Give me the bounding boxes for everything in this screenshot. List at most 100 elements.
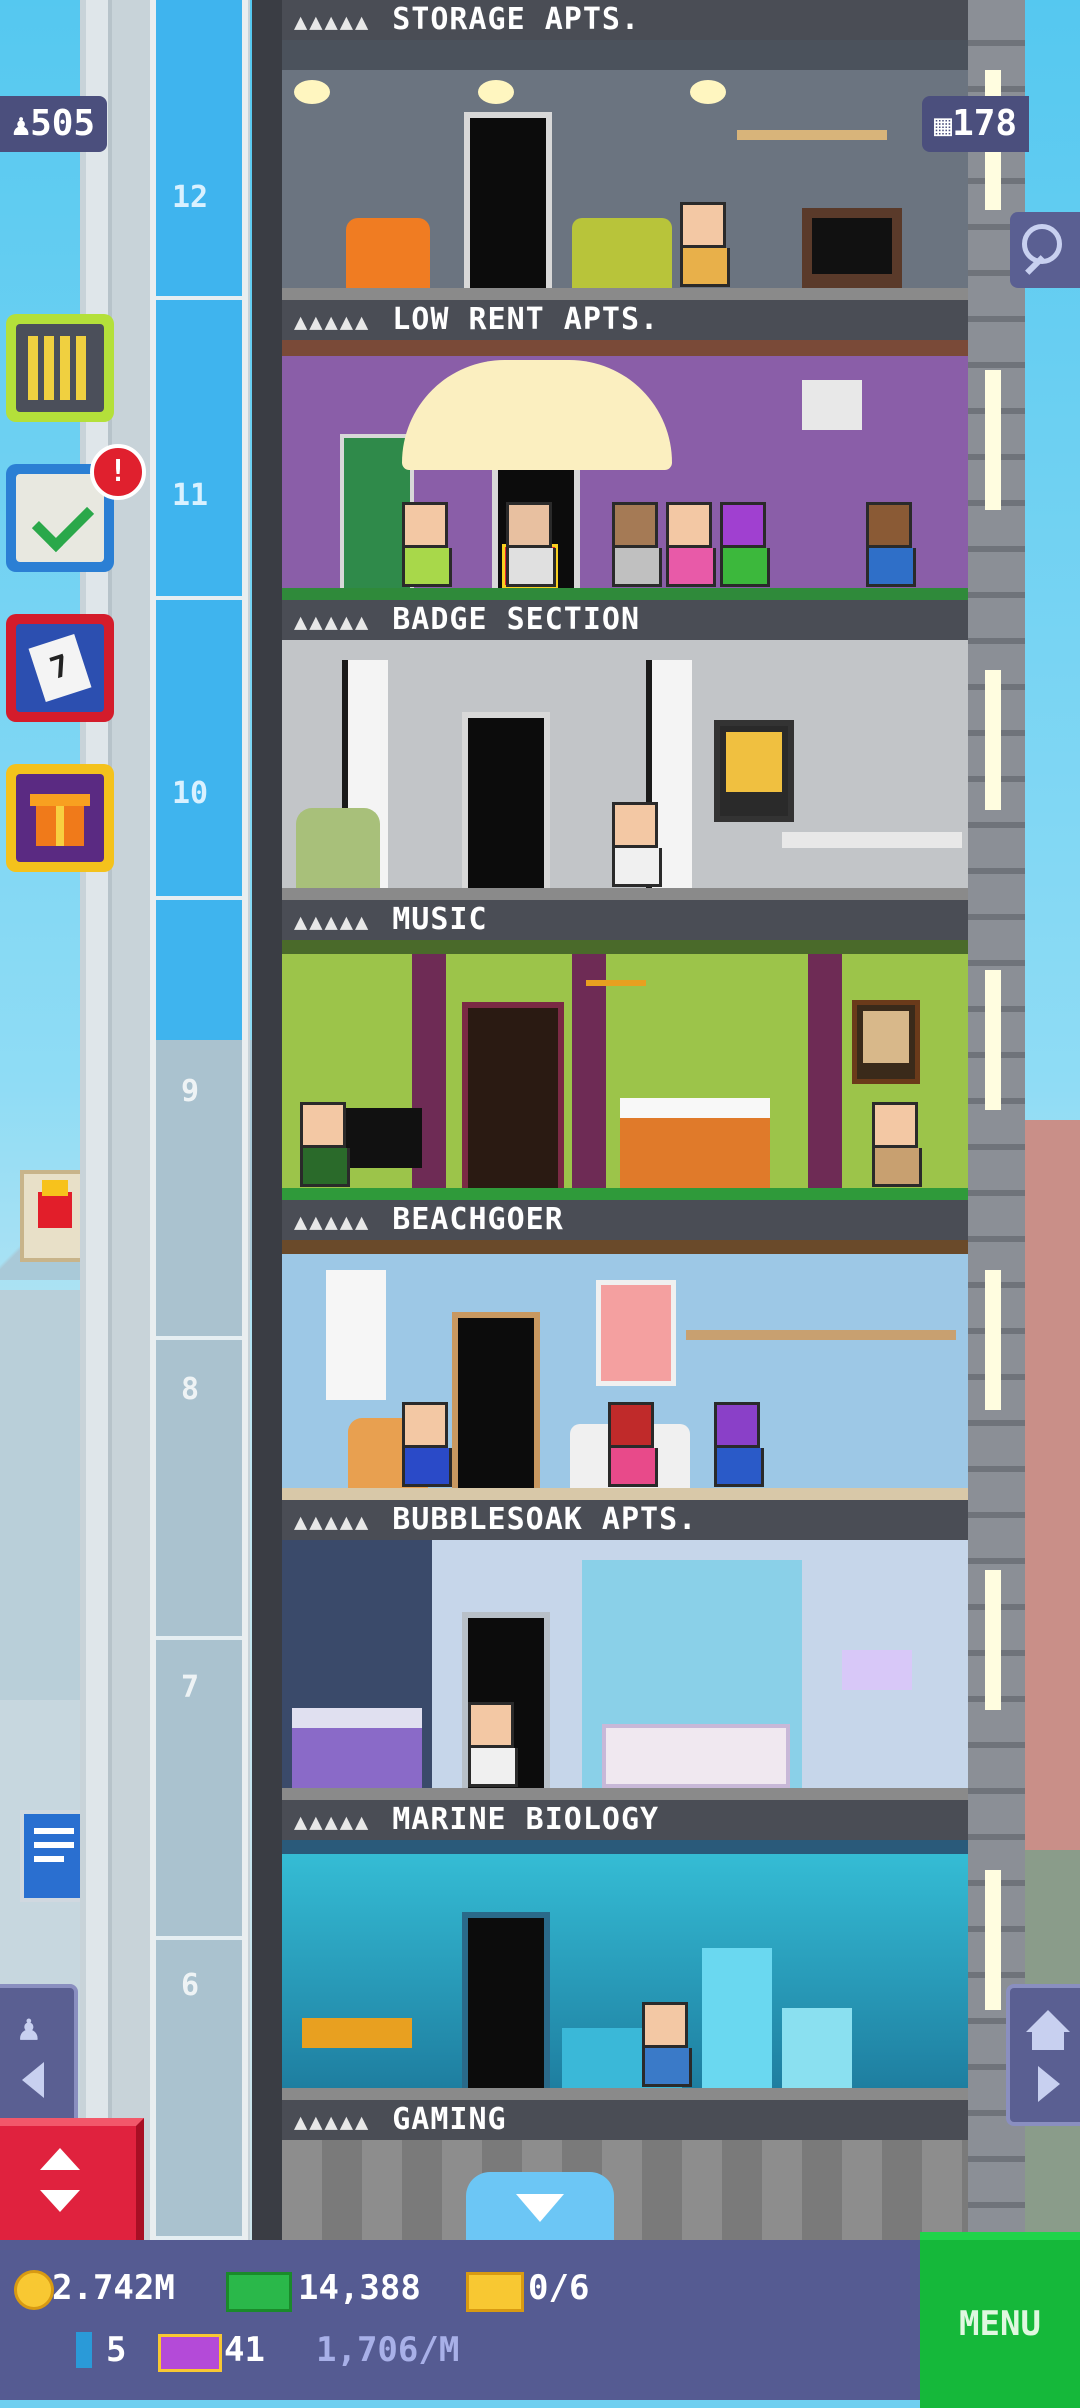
bitizen[interactable] <box>866 502 916 587</box>
room-interior <box>282 1240 968 1488</box>
gift-icon <box>16 774 104 862</box>
armchair <box>346 218 430 288</box>
city-building <box>1020 1120 1080 1880</box>
building-small-icon: ▦ <box>934 108 953 143</box>
floor-number-10: 10 <box>171 776 209 811</box>
build-floor-button[interactable] <box>6 314 114 422</box>
bitizen[interactable] <box>300 1102 350 1187</box>
framed-map <box>852 1000 920 1084</box>
prev-bitizen-button[interactable]: ♟ <box>0 1984 78 2126</box>
floor-badge-section[interactable]: ▲▲▲▲▲ BADGE SECTION <box>282 600 968 900</box>
bubble-bath <box>602 1724 790 1788</box>
floor-storage-apts[interactable]: ▲▲▲▲▲ STORAGE APTS. <box>282 0 968 300</box>
bitizen[interactable] <box>720 502 770 587</box>
bitizen[interactable] <box>608 1402 658 1487</box>
floor-base <box>282 288 968 300</box>
floor-number-11: 11 <box>171 478 209 513</box>
fridge <box>702 1948 772 2088</box>
up-down-arrows-icon <box>40 2148 80 2170</box>
floor-bubblesoak-apts[interactable]: ▲▲▲▲▲ BUBBLESOAK APTS. <box>282 1500 968 1800</box>
bitizen[interactable] <box>506 502 556 587</box>
room-door <box>462 712 550 888</box>
calendar-button[interactable]: 7 <box>6 614 114 722</box>
floor-label: ▲▲▲▲▲ BADGE SECTION <box>282 600 968 640</box>
bux-value: 14,388 <box>298 2268 421 2308</box>
vip-value: 0/6 <box>528 2268 590 2308</box>
bitizen[interactable] <box>402 502 452 587</box>
floor-base <box>282 1788 968 1800</box>
wall-poster <box>802 380 862 430</box>
calendar-day: 7 <box>28 633 92 703</box>
bitizen[interactable] <box>642 2002 692 2087</box>
floor-number-7: 7 <box>180 1670 200 1705</box>
room-door <box>452 1312 540 1488</box>
room-interior <box>282 40 968 288</box>
room-door <box>462 1912 550 2088</box>
bitizen[interactable] <box>680 202 730 287</box>
calendar-icon: 7 <box>16 624 104 712</box>
gift-button[interactable] <box>6 764 114 872</box>
missions-button[interactable]: ! <box>6 444 146 572</box>
scroll-down-button[interactable] <box>466 2172 614 2244</box>
bitizen[interactable] <box>612 502 662 587</box>
vip-icon <box>466 2272 524 2312</box>
bed <box>620 1098 770 1188</box>
floor-name: GAMING <box>392 2102 507 2137</box>
elevator-button[interactable] <box>0 2118 144 2246</box>
bitizen[interactable] <box>714 1402 764 1487</box>
beach-painting <box>596 1280 676 1386</box>
floor-stars: ▲▲▲▲▲ <box>294 1810 371 1835</box>
zoom-button[interactable] <box>1010 212 1080 288</box>
floor-base <box>282 588 968 600</box>
room-interior <box>282 1840 968 2088</box>
bitizen[interactable] <box>468 1702 518 1787</box>
floor-music[interactable]: ▲▲▲▲▲ MUSIC <box>282 900 968 1200</box>
floor-label: ▲▲▲▲▲ STORAGE APTS. <box>282 0 968 40</box>
floor-stars: ▲▲▲▲▲ <box>294 1510 371 1535</box>
floor-number-12: 12 <box>171 180 209 215</box>
elevator-glass-lower <box>150 1040 248 2240</box>
checklist-icon <box>16 474 104 562</box>
coin-icon <box>14 2270 54 2310</box>
population-value: 505 <box>30 103 96 144</box>
chandelier <box>586 980 646 1026</box>
tower-right-wall <box>965 0 1025 2240</box>
wall-shelf <box>737 130 887 140</box>
floor-low-rent-apts[interactable]: ▲▲▲▲▲ LOW RENT APTS. <box>282 300 968 600</box>
menu-button[interactable]: MENU <box>920 2232 1080 2408</box>
floor-name: MUSIC <box>392 902 488 937</box>
bitizen[interactable] <box>402 1402 452 1487</box>
tower-left-wall <box>252 0 282 2240</box>
chevron-right-icon <box>1038 2066 1060 2102</box>
floor-label: ▲▲▲▲▲ MARINE BIOLOGY <box>282 1800 968 1840</box>
floor-label: ▲▲▲▲▲ BUBBLESOAK APTS. <box>282 1500 968 1540</box>
room-interior <box>282 640 968 888</box>
tv-stand <box>802 208 902 288</box>
bitizen[interactable] <box>612 802 662 887</box>
floor-stars: ▲▲▲▲▲ <box>294 2110 371 2135</box>
floor-label: ▲▲▲▲▲ MUSIC <box>282 900 968 940</box>
coral <box>302 2018 412 2048</box>
floor-marine-biology[interactable]: ▲▲▲▲▲ MARINE BIOLOGY <box>282 1800 968 2100</box>
sofa <box>572 218 672 288</box>
income-rate: 1,706/M <box>316 2330 460 2370</box>
bitizen[interactable] <box>666 502 716 587</box>
floor-base <box>282 1188 968 1200</box>
floor-stars: ▲▲▲▲▲ <box>294 610 371 635</box>
floor-name: LOW RENT APTS. <box>392 302 660 337</box>
floor-counter[interactable]: ▦178 <box>922 96 1030 152</box>
next-floor-button[interactable] <box>1006 1984 1080 2126</box>
floor-label: ▲▲▲▲▲ BEACHGOER <box>282 1200 968 1240</box>
room-interior <box>282 1540 968 1788</box>
umbrella[interactable] <box>402 360 672 470</box>
wall-shelf <box>686 1330 956 1340</box>
population-counter[interactable]: ♟505 <box>0 96 108 152</box>
person-icon: ♟ <box>12 108 31 143</box>
person-left-icon: ♟ <box>18 2008 40 2049</box>
armchair <box>296 808 380 888</box>
floor-gaming[interactable]: ▲▲▲▲▲ GAMING <box>282 2100 968 2240</box>
bitizen[interactable] <box>872 1102 922 1187</box>
framed-picture <box>714 720 794 822</box>
floor-beachgoer[interactable]: ▲▲▲▲▲ BEACHGOER <box>282 1200 968 1500</box>
floor-stars: ▲▲▲▲▲ <box>294 1210 371 1235</box>
